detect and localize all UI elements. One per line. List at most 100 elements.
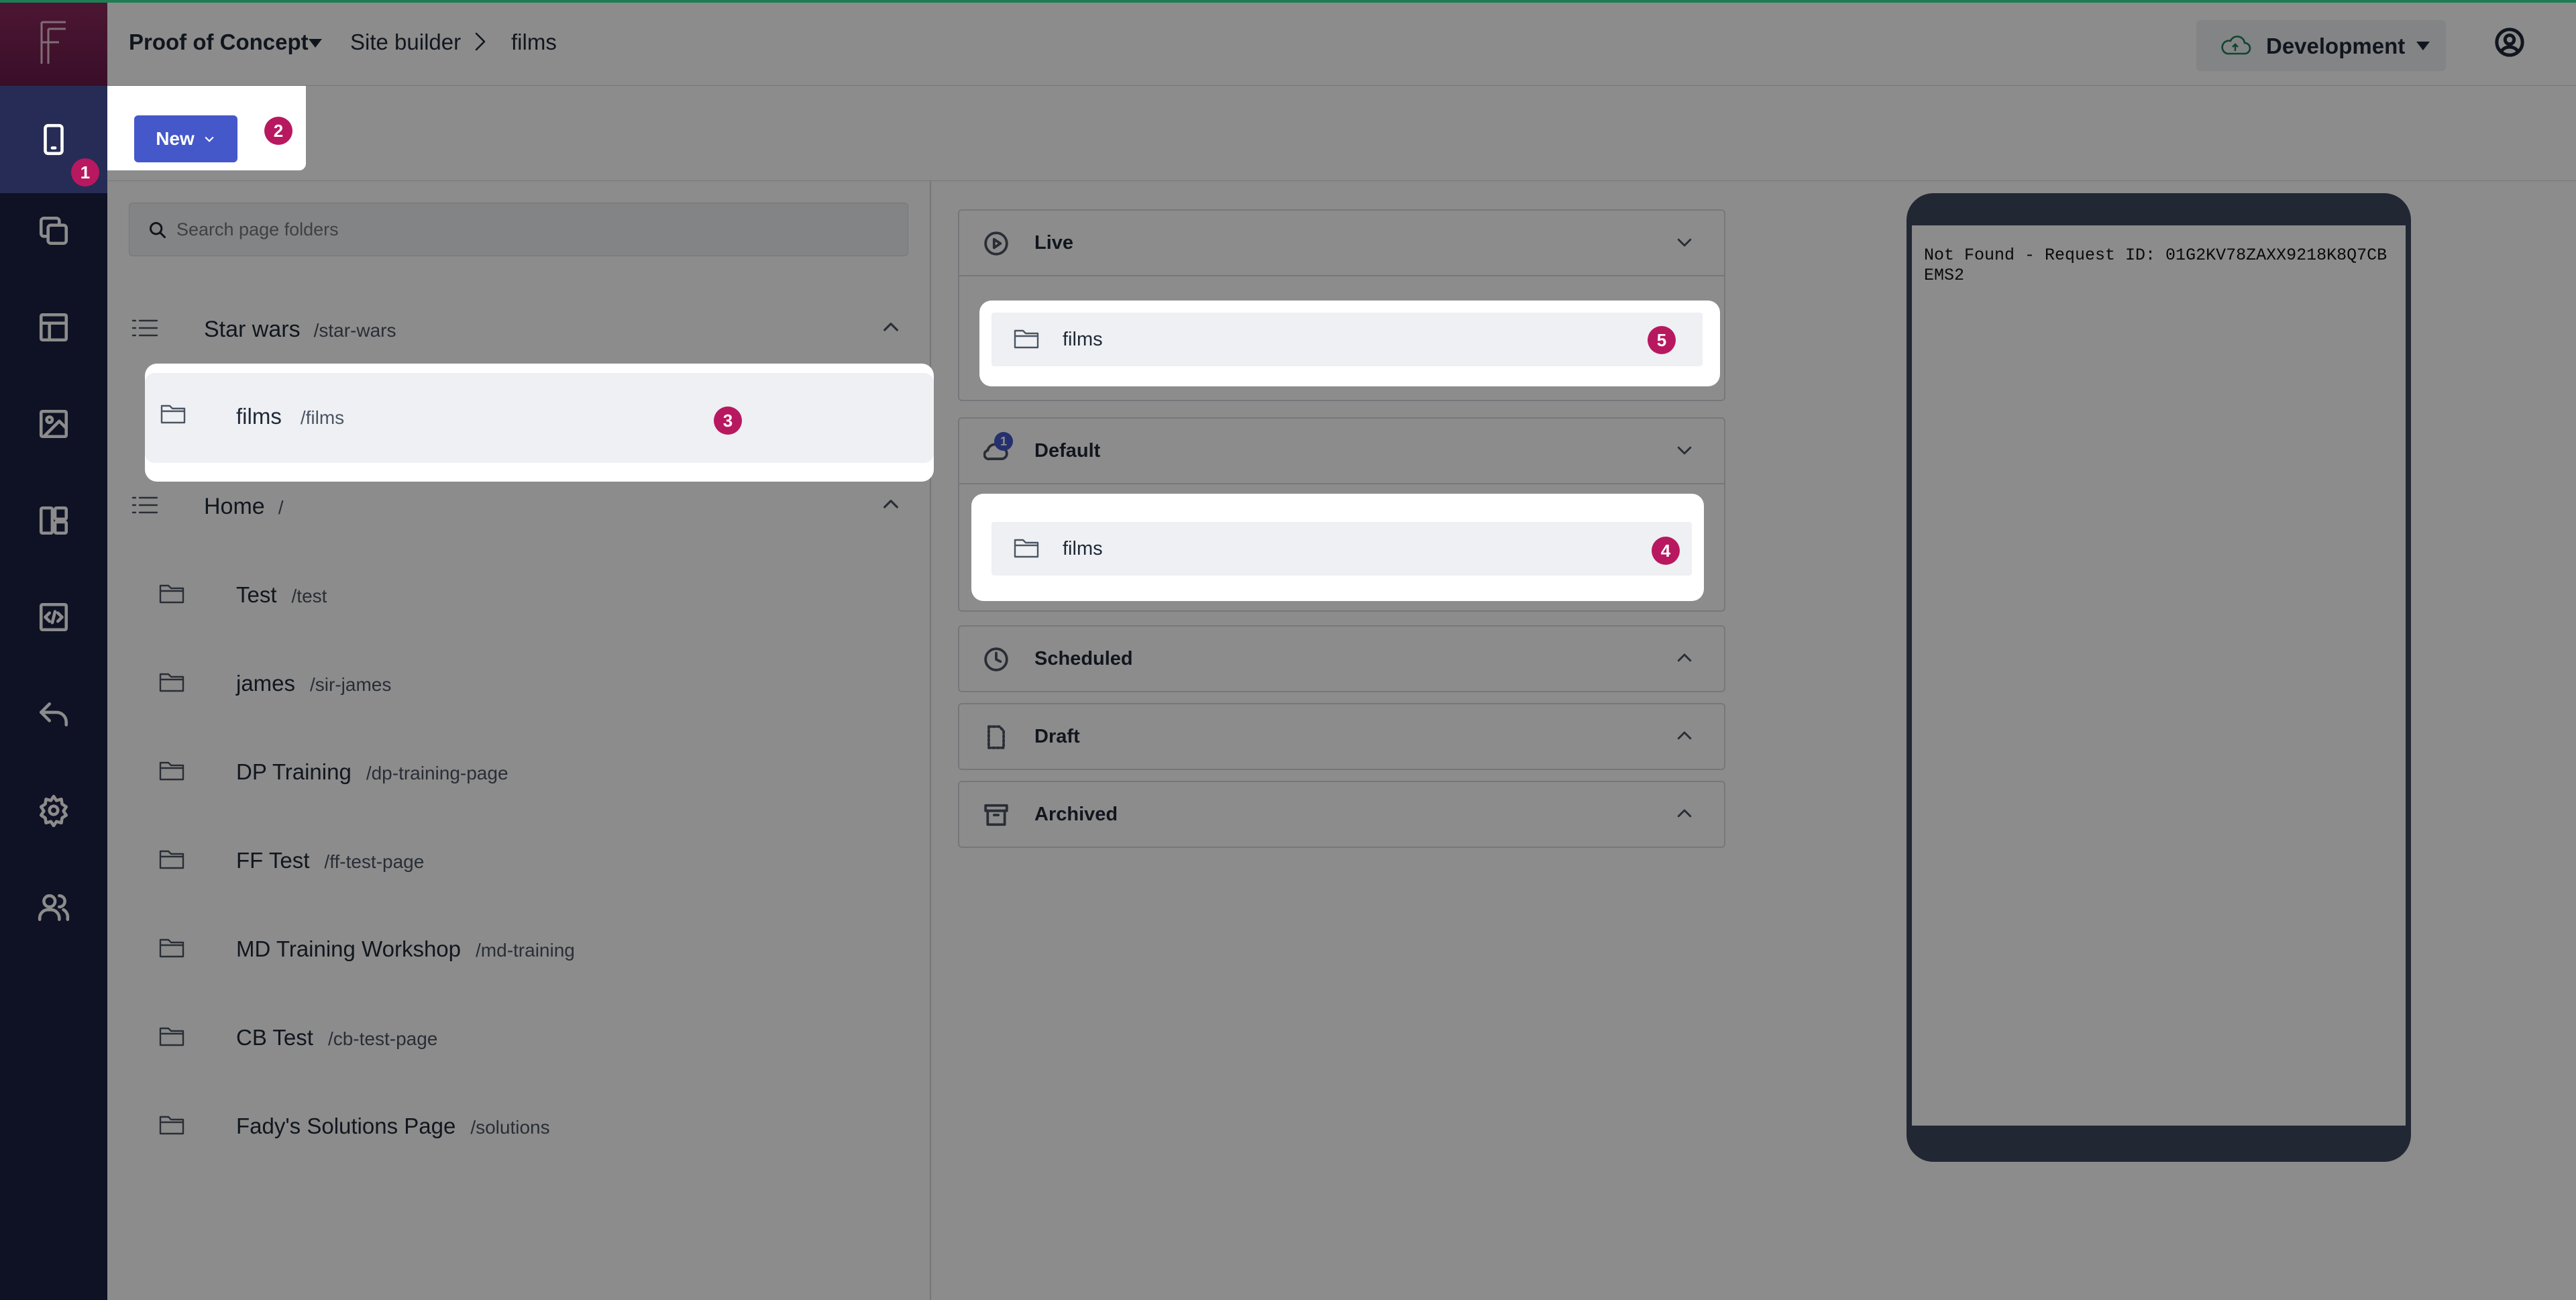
sidebar-item-code[interactable] [0, 577, 107, 657]
chevron-up-icon[interactable] [880, 317, 902, 338]
status-header-default[interactable]: 1 Default [959, 419, 1724, 483]
chevron-down-icon [205, 136, 214, 142]
page-folder-row[interactable]: james/sir-james [107, 651, 931, 712]
chevron-up-icon[interactable] [1674, 726, 1695, 746]
folder-icon [160, 404, 186, 424]
count-badge: 1 [994, 432, 1013, 451]
sidebar-item-media[interactable] [0, 384, 107, 464]
chevron-down-icon[interactable] [1674, 440, 1695, 460]
top-accent-line [0, 0, 2576, 3]
new-button[interactable]: New [134, 115, 237, 162]
sidebar-item-users[interactable] [0, 867, 107, 947]
chevron-up-icon[interactable] [880, 494, 902, 515]
status-title: Draft [1034, 726, 1080, 747]
folder-icon [1014, 329, 1039, 349]
top-bar: Proof of Concept Site builder films Deve… [107, 0, 2576, 86]
code-icon [39, 602, 68, 632]
page-name: james [236, 671, 296, 696]
page-name: films [1063, 538, 1103, 559]
divider [959, 483, 1724, 484]
cloud-icon [2221, 36, 2251, 55]
page-path: /ff-test-page [324, 851, 425, 872]
page-path: /solutions [470, 1117, 550, 1138]
sidebar [0, 0, 107, 1300]
divider [959, 275, 1724, 276]
page-name: films [1063, 329, 1103, 350]
chevron-right-icon [475, 32, 486, 51]
gear-icon [39, 794, 68, 827]
status-card-draft: Draft [958, 703, 1725, 770]
breadcrumb-site-builder[interactable]: Site builder [350, 30, 461, 55]
folder-icon [159, 584, 184, 604]
page-folder-row[interactable]: MD Training Workshop/md-training [107, 916, 931, 978]
search-input[interactable] [176, 203, 894, 256]
page-name: FF Test [236, 848, 310, 873]
page-folder-row[interactable]: CB Test/cb-test-page [107, 1005, 931, 1067]
chevron-down-icon[interactable] [309, 39, 322, 48]
project-selector[interactable]: Proof of Concept [129, 30, 309, 55]
sidebar-item-layouts[interactable] [0, 287, 107, 368]
folder-icon [1014, 539, 1039, 558]
list-icon [131, 496, 158, 514]
phone-preview: Not Found - Request ID: 01G2KV78ZAXX9218… [1907, 193, 2411, 1162]
chevron-up-icon[interactable] [1674, 804, 1695, 824]
folder-icon [159, 1027, 184, 1046]
page-name: DP Training [236, 759, 352, 784]
page-path: /cb-test-page [327, 1028, 438, 1049]
folder-icon [159, 850, 184, 869]
spotlight-default-films: films [971, 494, 1704, 601]
folder-section-star-wars[interactable]: Star wars/star-wars [107, 301, 931, 354]
chevron-down-icon[interactable] [1674, 232, 1695, 252]
live-page-item[interactable]: films [991, 313, 1703, 366]
folder-icon [159, 761, 184, 781]
tour-badge-2: 2 [264, 117, 292, 145]
sidebar-item-pages[interactable] [0, 191, 107, 271]
default-page-item[interactable]: films [991, 522, 1692, 576]
page-folder-row[interactable]: Fady's Solutions Page/solutions [107, 1093, 931, 1155]
page-name: Fady's Solutions Page [236, 1114, 456, 1138]
status-header-draft[interactable]: Draft [959, 704, 1724, 769]
breadcrumb-current: films [511, 30, 557, 54]
reply-icon [39, 702, 68, 726]
toolbar [107, 86, 2576, 181]
page-folder-row[interactable]: FF Test/ff-test-page [107, 828, 931, 889]
sidebar-item-components[interactable] [0, 480, 107, 561]
user-account-icon[interactable] [2494, 27, 2525, 58]
spotlight-films-row: films/films [145, 364, 934, 482]
page-folder-row[interactable]: Test/test [107, 562, 931, 624]
page-path: /test [291, 586, 327, 606]
page-name: films [236, 404, 282, 429]
environment-label: Development [2266, 34, 2406, 58]
page-folder-row-films[interactable]: films/films [145, 373, 934, 463]
status-title: Live [1034, 232, 1074, 254]
status-header-scheduled[interactable]: Scheduled [959, 627, 1724, 691]
dashboard-icon [39, 506, 68, 535]
section-path: / [278, 497, 284, 518]
page-path: /md-training [476, 940, 575, 961]
search-box [129, 203, 908, 256]
list-icon [131, 319, 158, 337]
status-header-live[interactable]: Live [959, 211, 1724, 275]
preview-screen: Not Found - Request ID: 01G2KV78ZAXX9218… [1912, 225, 2406, 1126]
folder-section-home[interactable]: Home / [107, 478, 931, 531]
archive-icon [984, 804, 1008, 826]
tour-badge-1: 1 [71, 158, 99, 186]
page-folder-tree: Star wars/star-wars Home / Test/test jame… [107, 181, 931, 1300]
status-title: Scheduled [1034, 648, 1133, 669]
chevron-up-icon[interactable] [1674, 648, 1695, 668]
new-button-label: New [156, 128, 195, 149]
page-name: CB Test [236, 1025, 313, 1050]
app-logo[interactable] [0, 0, 107, 86]
search-icon [149, 221, 166, 239]
tour-badge-4: 4 [1652, 537, 1680, 565]
environment-selector[interactable]: Development [2196, 20, 2446, 71]
spotlight-live-films: films [979, 301, 1720, 386]
sidebar-item-settings[interactable] [0, 770, 107, 851]
page-path: /dp-training-page [366, 763, 508, 783]
status-header-archived[interactable]: Archived [959, 782, 1724, 847]
clock-icon [984, 647, 1008, 671]
page-folder-row[interactable]: DP Training/dp-training-page [107, 739, 931, 801]
play-circle-icon [984, 231, 1008, 256]
status-card-scheduled: Scheduled [958, 625, 1725, 692]
sidebar-item-redirects[interactable] [0, 673, 107, 754]
